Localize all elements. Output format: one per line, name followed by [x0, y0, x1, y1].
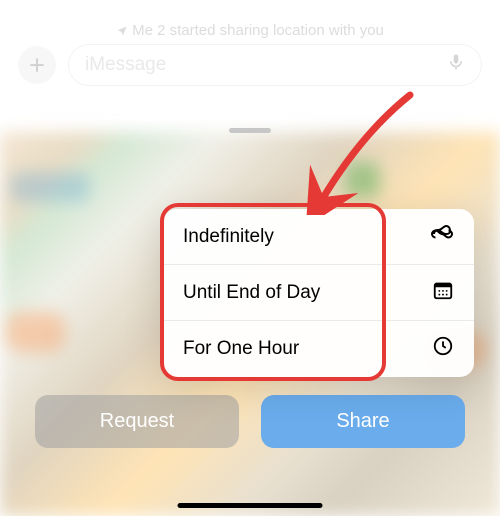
- calendar-icon: [432, 279, 454, 307]
- home-indicator[interactable]: [178, 503, 323, 508]
- drag-handle[interactable]: [229, 128, 271, 133]
- menu-item-indefinitely[interactable]: Indefinitely: [163, 209, 474, 265]
- menu-label: Until End of Day: [183, 282, 320, 304]
- menu-label: For One Hour: [183, 338, 299, 360]
- menu-label: Indefinitely: [183, 226, 274, 248]
- clock-icon: [432, 335, 454, 363]
- infinity-icon: [430, 222, 454, 252]
- share-duration-menu: Indefinitely Until End of Day For One Ho…: [163, 209, 474, 377]
- menu-item-end-of-day[interactable]: Until End of Day: [163, 265, 474, 321]
- request-button[interactable]: Request: [35, 395, 239, 448]
- share-button[interactable]: Share: [261, 395, 465, 448]
- menu-item-one-hour[interactable]: For One Hour: [163, 321, 474, 377]
